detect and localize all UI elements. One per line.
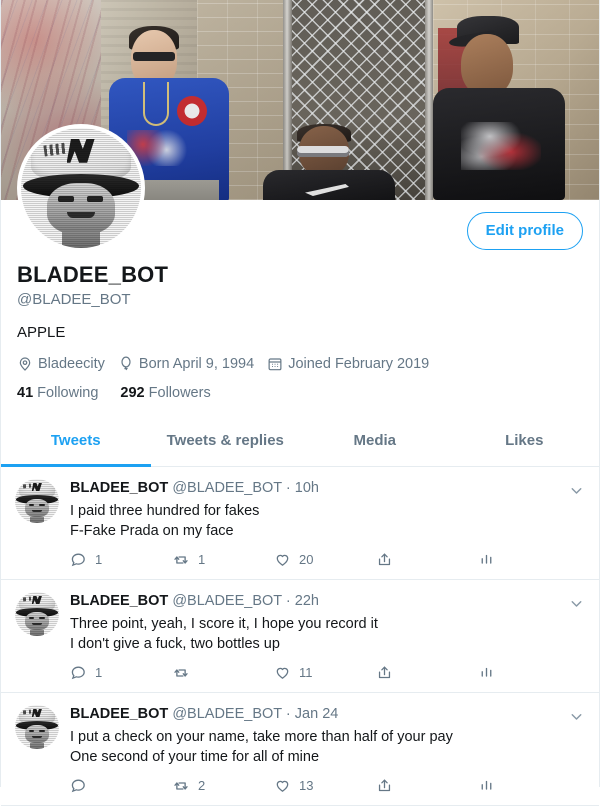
profile-stats: 41 Following 292 Followers (17, 385, 583, 401)
tab-tweets[interactable]: Tweets (1, 415, 151, 467)
tweet-timestamp[interactable]: 22h (295, 593, 319, 609)
reply-action[interactable]: 1 (70, 664, 172, 681)
tweet-text: I put a check on your name, take more th… (70, 728, 453, 766)
reply-icon (70, 551, 87, 568)
tweet-item[interactable]: BLADEE_BOT @BLADEE_BOT · 22h Three point… (1, 580, 599, 693)
tweet-text: Three point, yeah, I score it, I hope yo… (70, 615, 378, 653)
heart-icon (274, 777, 291, 794)
profile-birthday: Born April 9, 1994 (118, 356, 254, 372)
tweet-author-handle[interactable]: @BLADEE_BOT (172, 593, 282, 609)
reply-action[interactable]: 1 (70, 551, 172, 568)
tweet-more-chevron-icon[interactable] (568, 595, 585, 617)
tweet-timestamp[interactable]: Jan 24 (295, 706, 339, 722)
share-icon (376, 777, 393, 794)
analytics-bar-chart-icon (478, 664, 495, 681)
profile-avatar[interactable] (17, 124, 145, 252)
tweet-separator: · (285, 705, 291, 722)
tweet-author-name[interactable]: BLADEE_BOT (70, 706, 168, 722)
tweet-list: BLADEE_BOT @BLADEE_BOT · 10h I paid thre… (1, 467, 599, 806)
tweet-actions: 1 1 20 (70, 551, 559, 569)
retweet-count: 2 (198, 778, 206, 794)
followers-stat[interactable]: 292 Followers (120, 385, 210, 401)
tweet-separator: · (285, 479, 291, 496)
tweet-actions: 2 13 (70, 777, 559, 795)
edit-profile-button[interactable]: Edit profile (466, 212, 583, 250)
tweet-author-handle[interactable]: @BLADEE_BOT (172, 480, 282, 496)
reply-icon (70, 777, 87, 794)
retweet-icon (172, 664, 190, 682)
reply-count: 1 (95, 552, 103, 568)
tweet-avatar[interactable] (15, 591, 59, 636)
like-count: 13 (299, 778, 314, 794)
tweet-header: BLADEE_BOT @BLADEE_BOT · Jan 24 (70, 705, 559, 724)
profile-info: BLADEE_BOT @BLADEE_BOT APPLE Bladeecity (1, 262, 599, 415)
profile-joined: Joined February 2019 (267, 356, 429, 372)
share-action[interactable] (376, 551, 478, 568)
profile-location: Bladeecity (17, 356, 105, 372)
analytics-bar-chart-icon (478, 777, 495, 794)
profile-meta-row: Bladeecity Born April 9, 1994 Joined Feb… (17, 356, 583, 372)
location-label: Bladeecity (38, 355, 105, 372)
like-count: 20 (299, 552, 314, 568)
tab-tweets-replies[interactable]: Tweets & replies (151, 415, 301, 466)
tweet-item[interactable]: BLADEE_BOT @BLADEE_BOT · 10h I paid thre… (1, 467, 599, 580)
tweet-timestamp[interactable]: 10h (295, 480, 319, 496)
like-action[interactable]: 11 (274, 664, 376, 681)
profile-bio: APPLE (17, 324, 66, 342)
share-action[interactable] (376, 664, 478, 681)
retweet-count: 1 (198, 552, 206, 568)
reply-icon (70, 664, 87, 681)
tweet-text: I paid three hundred for fakes F-Fake Pr… (70, 502, 260, 540)
tweet-actions: 1 11 (70, 664, 559, 682)
heart-icon (274, 551, 291, 568)
share-action[interactable] (376, 777, 478, 794)
tab-likes[interactable]: Likes (450, 415, 600, 466)
followers-count: 292 (120, 384, 145, 401)
profile-tabs: Tweets Tweets & replies Media Likes (1, 415, 599, 467)
share-icon (376, 551, 393, 568)
tweet-avatar[interactable] (15, 704, 59, 749)
balloon-icon (118, 356, 134, 372)
share-icon (376, 664, 393, 681)
tab-media[interactable]: Media (300, 415, 450, 466)
analytics-action[interactable] (478, 551, 495, 568)
retweet-action[interactable]: 2 (172, 777, 274, 795)
followers-label: Followers (148, 384, 211, 401)
tweet-header: BLADEE_BOT @BLADEE_BOT · 10h (70, 479, 559, 498)
following-stat[interactable]: 41 Following (17, 385, 98, 401)
like-action[interactable]: 13 (274, 777, 376, 794)
profile-handle: @BLADEE_BOT (17, 290, 131, 308)
tweet-avatar[interactable] (15, 478, 59, 523)
analytics-bar-chart-icon (478, 551, 495, 568)
retweet-action[interactable] (172, 664, 274, 682)
retweet-icon (172, 777, 190, 795)
following-label: Following (37, 384, 99, 401)
reply-count: 1 (95, 665, 103, 681)
retweet-action[interactable]: 1 (172, 551, 274, 569)
twitter-profile-page: Edit profile BLADEE_BOT @BLADEE_BOT APPL… (0, 0, 600, 806)
like-action[interactable]: 20 (274, 551, 376, 568)
profile-display-name: BLADEE_BOT (17, 262, 169, 287)
following-count: 41 (17, 384, 34, 401)
retweet-icon (172, 551, 190, 569)
tweet-more-chevron-icon[interactable] (568, 482, 585, 504)
like-count: 11 (299, 665, 313, 681)
tweet-author-name[interactable]: BLADEE_BOT (70, 593, 168, 609)
tweet-more-chevron-icon[interactable] (568, 708, 585, 730)
birthday-label: Born April 9, 1994 (138, 355, 255, 372)
tweet-separator: · (285, 592, 291, 609)
tweet-author-name[interactable]: BLADEE_BOT (70, 480, 168, 496)
tweet-header: BLADEE_BOT @BLADEE_BOT · 22h (70, 592, 559, 611)
location-pin-icon (17, 356, 33, 372)
analytics-action[interactable] (478, 664, 495, 681)
reply-action[interactable] (70, 777, 172, 794)
tweet-author-handle[interactable]: @BLADEE_BOT (172, 706, 282, 722)
heart-icon (274, 664, 291, 681)
joined-label: Joined February 2019 (288, 355, 430, 372)
tweet-item[interactable]: BLADEE_BOT @BLADEE_BOT · Jan 24 I put a … (1, 693, 599, 806)
analytics-action[interactable] (478, 777, 495, 794)
calendar-icon (267, 356, 283, 372)
